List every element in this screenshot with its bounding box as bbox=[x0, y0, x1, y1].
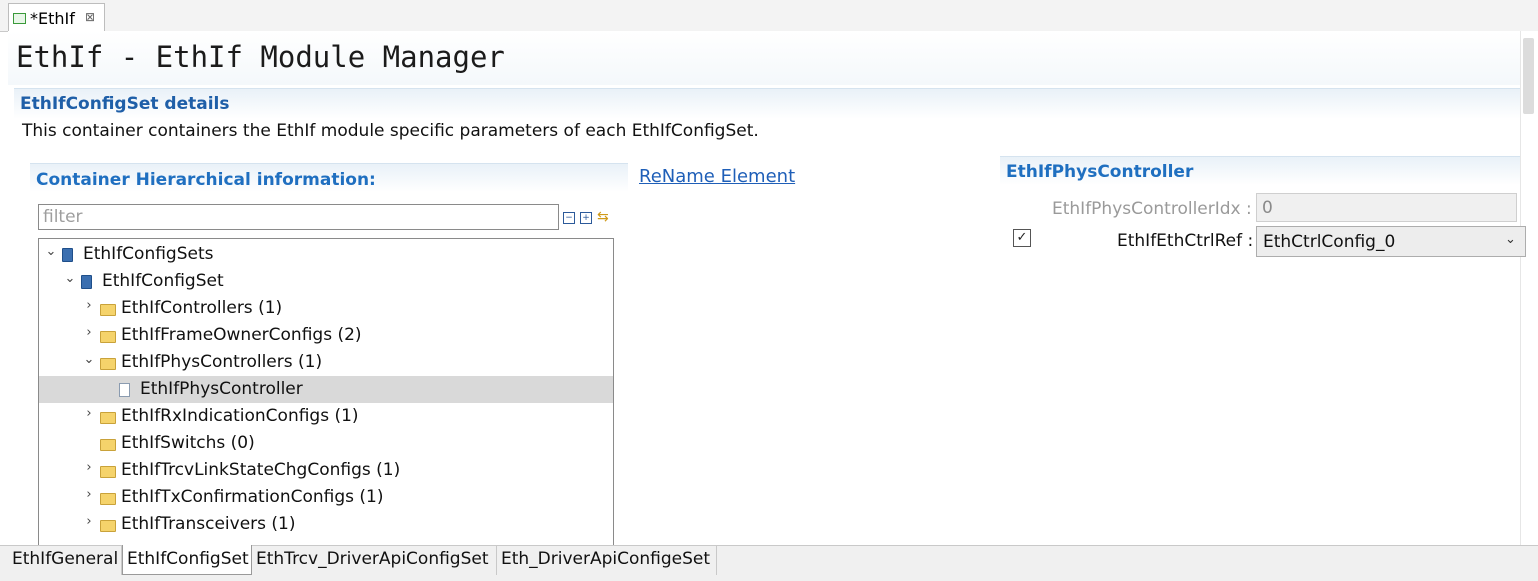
eth-ctrl-ref-label: EthIfEthCtrlRef : bbox=[1117, 231, 1254, 251]
tree-item-label: EthIfPhysController bbox=[140, 379, 303, 399]
tree-item[interactable]: ⌄ EthIfConfigSet bbox=[39, 268, 613, 295]
tab-ethif-configset[interactable]: EthIfConfigSet bbox=[122, 545, 252, 575]
hierarchy-title: Container Hierarchical information: bbox=[36, 170, 376, 190]
rename-element-link[interactable]: ReName Element bbox=[639, 166, 795, 187]
phys-controller-title: EthIfPhysController bbox=[1006, 162, 1194, 182]
chevron-right-icon[interactable]: › bbox=[83, 406, 95, 421]
editor-tab-bar bbox=[0, 0, 1538, 32]
tree-item-label: EthIfTxConfirmationConfigs (1) bbox=[121, 487, 384, 507]
tree-item-label: EthIfTransceivers (1) bbox=[121, 514, 296, 534]
chevron-right-icon[interactable]: › bbox=[83, 325, 95, 340]
phys-controller-idx-field[interactable] bbox=[1256, 193, 1517, 222]
folder-icon bbox=[100, 304, 116, 316]
tree-item-label: EthIfTrcvLinkStateChgConfigs (1) bbox=[121, 460, 401, 480]
eth-ctrl-ref-selected-value: EthCtrlConfig_0 bbox=[1263, 232, 1396, 252]
tab-ethtrcv-driverapi-configset[interactable]: EthTrcv_DriverApiConfigSet bbox=[252, 545, 497, 575]
close-icon[interactable]: ⊠ bbox=[85, 10, 95, 24]
leaf-icon bbox=[119, 383, 130, 397]
chevron-right-icon[interactable]: › bbox=[83, 460, 95, 475]
expand-all-icon[interactable]: + bbox=[580, 212, 592, 224]
tree-item[interactable]: › EthIfTxConfirmationConfigs (1) bbox=[39, 484, 613, 511]
book-icon bbox=[62, 248, 73, 262]
tree-item-label: EthIfSwitchs (0) bbox=[121, 433, 255, 453]
tree-item[interactable]: › EthIfControllers (1) bbox=[39, 295, 613, 322]
chevron-down-icon[interactable]: ⌄ bbox=[83, 352, 95, 367]
tree-item-label: EthIfConfigSets bbox=[83, 244, 214, 264]
chevron-right-icon[interactable]: › bbox=[83, 298, 95, 313]
editor-tab-ethif[interactable]: *EthIf ⊠ bbox=[8, 3, 105, 32]
details-section-header bbox=[14, 88, 1520, 119]
tab-ethif-general[interactable]: EthIfGeneral bbox=[8, 545, 122, 575]
filter-input[interactable] bbox=[38, 204, 559, 230]
tree-item-label: EthIfControllers (1) bbox=[121, 298, 283, 318]
editor-tab-label: *EthIf bbox=[30, 9, 75, 28]
chevron-down-icon: ⌄ bbox=[1505, 232, 1516, 247]
folder-icon bbox=[100, 358, 116, 370]
editor-file-icon bbox=[13, 13, 26, 24]
collapse-all-icon[interactable]: − bbox=[563, 212, 575, 224]
tree-item-label: EthIfFrameOwnerConfigs (2) bbox=[121, 325, 362, 345]
details-description: This container containers the EthIf modu… bbox=[22, 121, 759, 141]
chevron-right-icon[interactable]: › bbox=[83, 514, 95, 529]
vertical-scrollbar-thumb[interactable] bbox=[1523, 38, 1534, 114]
page-title: EthIf - EthIf Module Manager bbox=[16, 40, 505, 74]
folder-icon bbox=[100, 331, 116, 343]
sync-icon[interactable]: ⇆ bbox=[597, 209, 609, 225]
tree-item[interactable]: EthIfPhysController bbox=[39, 376, 613, 403]
tree-item-label: EthIfPhysControllers (1) bbox=[121, 352, 323, 372]
tree-item[interactable]: › EthIfRxIndicationConfigs (1) bbox=[39, 403, 613, 430]
tab-eth-driverapi-configeset[interactable]: Eth_DriverApiConfigeSet bbox=[497, 545, 717, 575]
container-tree[interactable]: ⌄ EthIfConfigSets ⌄ EthIfConfigSet › EthIfCon… bbox=[38, 238, 614, 547]
folder-icon bbox=[100, 466, 116, 478]
eth-ctrl-ref-checkbox[interactable]: ✓ bbox=[1013, 229, 1031, 247]
tree-item-label: EthIfRxIndicationConfigs (1) bbox=[121, 406, 359, 426]
phys-controller-idx-label: EthIfPhysControllerIdx : bbox=[1052, 199, 1252, 219]
folder-icon bbox=[100, 439, 116, 451]
tree-item[interactable]: › EthIfFrameOwnerConfigs (2) bbox=[39, 322, 613, 349]
folder-icon bbox=[100, 493, 116, 505]
tree-item[interactable]: ⌄ EthIfPhysControllers (1) bbox=[39, 349, 613, 376]
chevron-down-icon[interactable]: ⌄ bbox=[64, 271, 76, 286]
details-title: EthIfConfigSet details bbox=[20, 94, 230, 114]
tree-item[interactable]: ⌄ EthIfConfigSets bbox=[39, 241, 613, 268]
book-icon bbox=[81, 275, 92, 289]
folder-icon bbox=[100, 520, 116, 532]
tree-item[interactable]: › EthIfTransceivers (1) bbox=[39, 511, 613, 538]
tree-item-label: EthIfConfigSet bbox=[102, 271, 224, 291]
eth-ctrl-ref-select[interactable]: EthCtrlConfig_0 ⌄ bbox=[1256, 226, 1526, 257]
chevron-right-icon[interactable]: › bbox=[83, 487, 95, 502]
tree-item[interactable]: EthIfSwitchs (0) bbox=[39, 430, 613, 457]
folder-icon bbox=[100, 412, 116, 424]
chevron-down-icon[interactable]: ⌄ bbox=[45, 244, 57, 259]
tree-item[interactable]: › EthIfTrcvLinkStateChgConfigs (1) bbox=[39, 457, 613, 484]
